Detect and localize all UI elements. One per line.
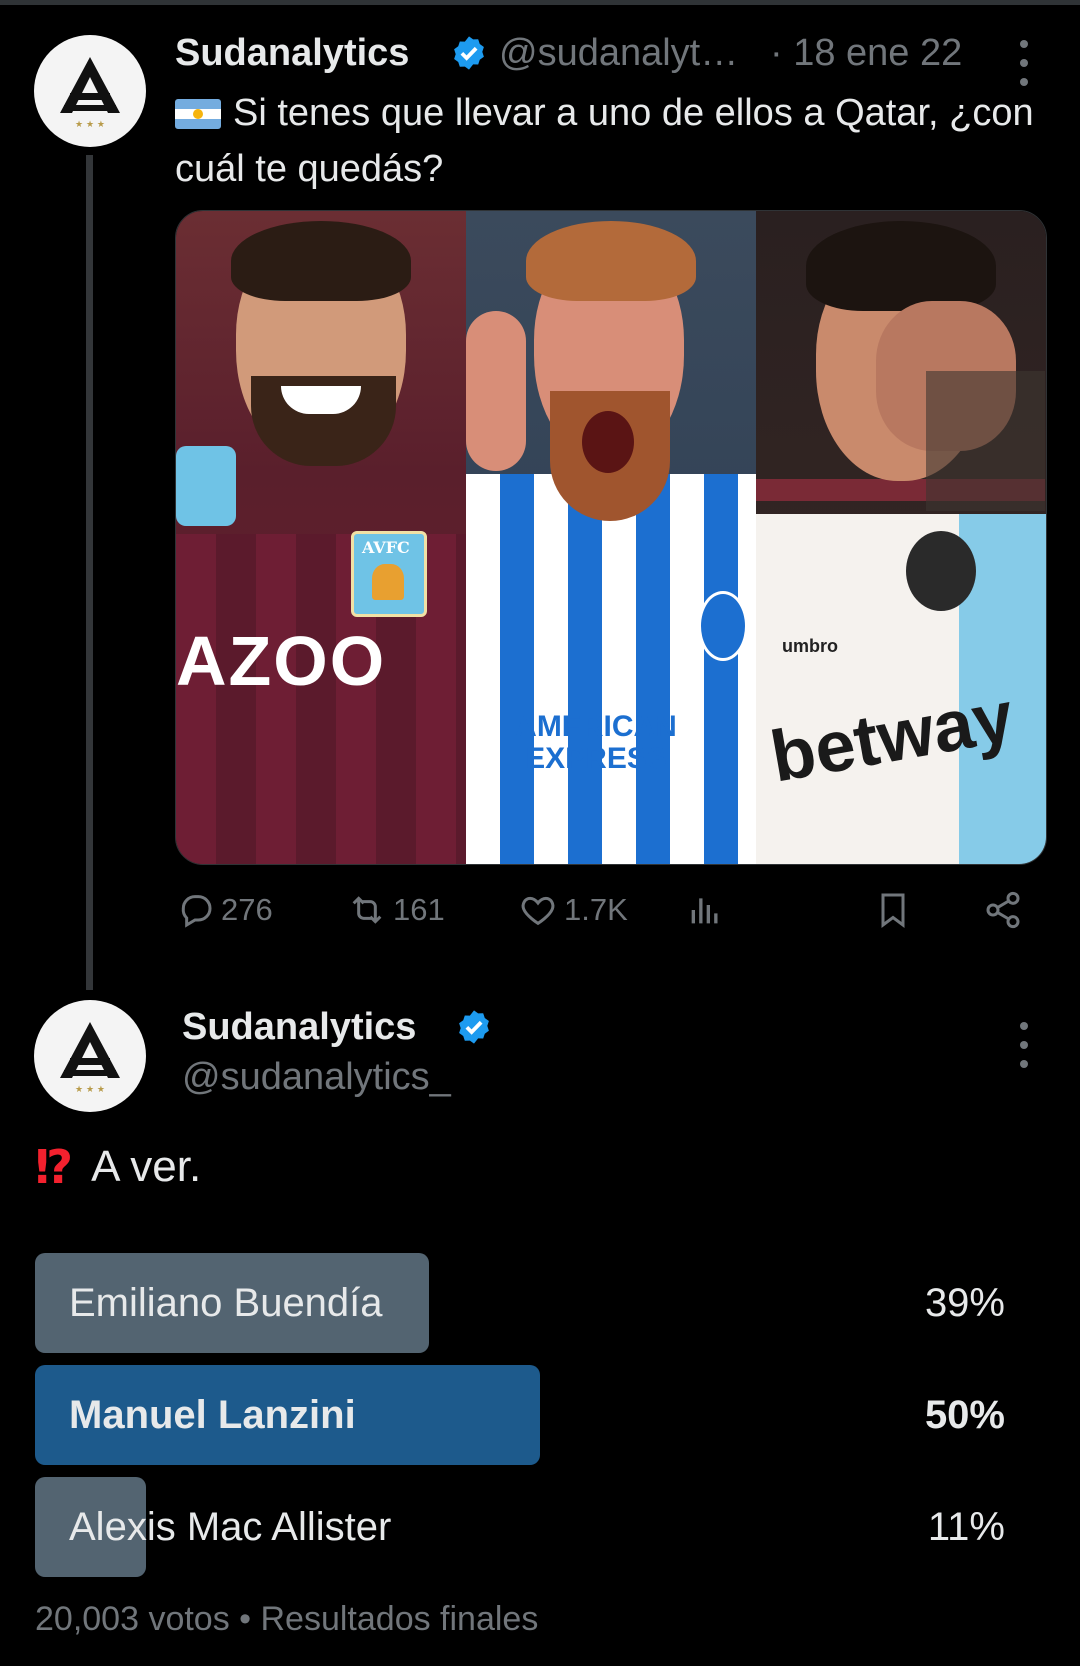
more-options-icon[interactable] — [1018, 1022, 1030, 1068]
views-button[interactable] — [685, 890, 725, 930]
bookmark-icon — [881, 893, 905, 928]
tweet-date[interactable]: · 18 ene 22 — [770, 32, 962, 75]
reply-count: 276 — [221, 892, 273, 927]
svg-text:★ ★ ★: ★ ★ ★ — [75, 1085, 105, 1095]
tweet-text: Si tenes que llevar a uno de ellos a Qat… — [175, 85, 1045, 197]
author-handle[interactable]: @sudanalytics_ — [182, 1056, 451, 1099]
retweet-icon — [352, 896, 382, 924]
poll-option: Alexis Mac Allister 11% — [35, 1477, 1005, 1577]
tweet-text-content: Si tenes que llevar a uno de ellos a Qat… — [175, 92, 1034, 190]
media-sponsor-1: AZOO — [176, 622, 387, 700]
avatar[interactable]: ★ ★ ★ — [34, 35, 146, 147]
retweet-button[interactable]: 161 — [347, 890, 445, 930]
more-options-icon[interactable] — [1018, 40, 1030, 86]
svg-text:★ ★ ★: ★ ★ ★ — [75, 120, 105, 130]
thread-line — [86, 155, 93, 990]
poll-option-percent: 50% — [924, 1393, 1005, 1437]
tweet-media-image[interactable]: AVFC AZOO AMERICAN EXPRESS umbro betway — [175, 210, 1047, 865]
sudanalytics-logo-icon: ★ ★ ★ — [60, 57, 120, 130]
argentina-flag-icon — [175, 99, 221, 129]
avfc-badge: AVFC — [351, 531, 427, 617]
share-icon — [986, 891, 1020, 929]
poll-footer: 20,003 votos • Resultados finales — [35, 1600, 539, 1638]
tweet-actions: 276 161 1.7K — [175, 890, 1045, 946]
poll-option-label: Alexis Mac Allister — [69, 1505, 392, 1549]
author-handle[interactable]: @sudanalyt… — [499, 32, 738, 75]
poll-option-label: Emiliano Buendía — [69, 1281, 383, 1325]
heart-icon — [521, 896, 555, 926]
poll-option: Manuel Lanzini 50% — [35, 1365, 1005, 1465]
author-name[interactable]: Sudanalytics — [175, 32, 409, 75]
retweet-count: 161 — [393, 892, 445, 927]
share-button[interactable] — [983, 890, 1023, 930]
poll-option-percent: 11% — [927, 1505, 1005, 1549]
analytics-icon — [691, 898, 718, 924]
author-name[interactable]: Sudanalytics — [182, 1006, 416, 1049]
like-button[interactable]: 1.7K — [518, 890, 628, 930]
top-divider — [0, 0, 1080, 5]
interrobang-emoji-icon: ⁉ — [35, 1141, 73, 1193]
verified-badge-icon — [459, 1010, 489, 1044]
poll-option-label: Manuel Lanzini — [69, 1393, 356, 1437]
media-brand-3: umbro — [782, 636, 838, 656]
tweet-text-content: A ver. — [91, 1142, 202, 1191]
reply-button[interactable]: 276 — [175, 890, 273, 930]
like-count: 1.7K — [564, 892, 628, 927]
media-panel-3: umbro betway — [756, 211, 1046, 864]
sudanalytics-logo-icon: ★ ★ ★ — [60, 1022, 120, 1095]
poll-option: Emiliano Buendía 39% — [35, 1253, 1005, 1353]
reply-icon — [181, 895, 212, 928]
avatar[interactable]: ★ ★ ★ — [34, 1000, 146, 1112]
bookmark-button[interactable] — [873, 890, 913, 930]
media-panel-1: AVFC AZOO — [176, 211, 466, 864]
tweet-text: ⁉ A ver. — [35, 1140, 201, 1194]
poll-option-percent: 39% — [924, 1281, 1005, 1325]
verified-badge-icon — [454, 36, 484, 70]
media-sponsor-2: AMERICAN EXPRESS — [515, 710, 677, 775]
media-panel-2: AMERICAN EXPRESS — [466, 211, 756, 864]
